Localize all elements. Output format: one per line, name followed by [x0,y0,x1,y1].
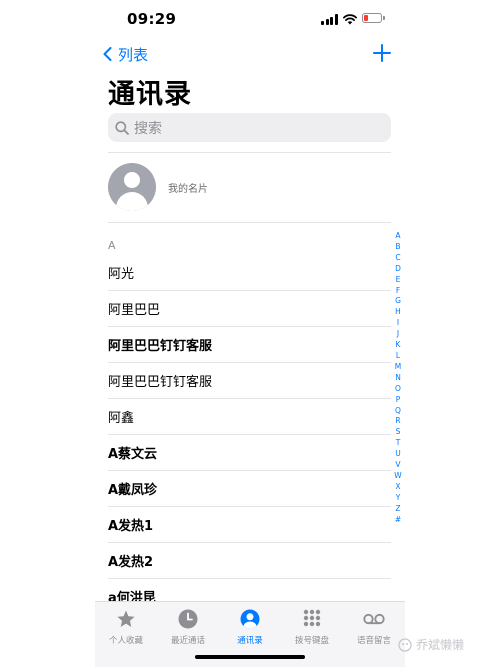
chevron-left-icon [103,47,112,61]
home-indicator [195,655,305,659]
tab-favorites[interactable]: 个人收藏 [95,608,157,646]
keypad-icon [301,608,323,630]
index-letter[interactable]: Q [395,406,401,417]
index-letter[interactable]: J [397,329,399,340]
contact-row[interactable]: 阿里巴巴钉钉客服 [95,363,391,399]
contact-row[interactable]: A发热2 [95,543,391,579]
index-letter[interactable]: Z [395,504,400,515]
index-letter[interactable]: M [395,362,401,373]
index-letter[interactable]: I [397,318,399,329]
back-label: 列表 [118,45,149,64]
alphabet-index[interactable]: A B C D E F G H I J K L M N O P Q R S T U V W X Y Z # [392,231,404,525]
index-letter[interactable]: C [395,253,400,264]
watermark-logo-icon [398,637,412,652]
voicemail-icon [363,608,385,630]
status-time: 09:29 [127,10,177,28]
my-card-label: 我的名片 [168,183,208,195]
watermark: 乔斌懒懒 [398,636,464,653]
index-letter[interactable]: B [395,242,400,253]
my-card[interactable]: 我的名片 [108,162,391,212]
index-letter[interactable]: Y [396,493,401,504]
contact-name: A蔡文云 [108,447,158,462]
contact-row[interactable]: A蔡文云 [95,435,391,471]
add-contact-button[interactable] [373,44,391,62]
divider [108,152,391,153]
contact-name: 阿鑫 [108,411,135,426]
watermark-text: 乔斌懒懒 [416,638,465,652]
contact-name: A戴凤珍 [108,483,158,498]
divider [108,222,391,223]
index-letter[interactable]: W [394,471,401,482]
cellular-signal-icon [321,14,338,25]
contact-name: 阿里巴巴钉钉客服 [108,375,213,390]
contact-row[interactable]: 阿里巴巴 [95,291,391,327]
index-letter[interactable]: K [396,340,401,351]
contact-row[interactable]: 阿里巴巴钉钉客服 [95,327,391,363]
tab-label: 最近通话 [170,636,205,646]
index-letter[interactable]: O [395,384,401,395]
avatar [108,163,156,211]
index-letter[interactable]: X [395,482,400,493]
contact-icon [239,608,261,630]
tab-keypad[interactable]: 拨号键盘 [281,608,343,646]
index-letter[interactable]: T [396,438,401,449]
index-letter[interactable]: E [396,275,401,286]
tab-label: 语音留言 [356,636,391,646]
contact-row[interactable]: A戴凤珍 [95,471,391,507]
index-letter[interactable]: N [395,373,401,384]
wifi-icon [343,14,357,25]
contact-list: 阿光阿里巴巴阿里巴巴钉钉客服 阿里巴巴钉钉客服 阿鑫 A蔡文云 A戴凤珍 A发热1 A发热2… [95,255,391,615]
phone-screen: 09:29 列表 通讯录 搜索 我的名片 A 阿光 阿里巴巴 阿里巴巴钉钉客服 … [95,0,405,667]
contact-name: 阿光 [108,267,135,282]
index-letter[interactable]: P [396,395,401,406]
search-icon [115,120,129,135]
tab-voicemail[interactable]: 语音留言 [343,608,405,646]
index-letter[interactable]: H [395,307,401,318]
tab-label: 通讯录 [237,636,263,646]
contact-name: 阿里巴巴钉钉客服 [108,339,213,354]
clock-icon [177,608,199,630]
contact-row[interactable]: 阿鑫 [95,399,391,435]
contact-row[interactable]: A发热1 [95,507,391,543]
index-letter[interactable]: A [395,231,400,242]
star-icon [115,608,137,630]
contact-name: A发热2 [108,555,154,570]
index-letter[interactable]: L [396,351,400,362]
search-bar[interactable]: 搜索 [108,113,391,142]
tab-label: 拨号键盘 [294,636,329,646]
tab-label: 个人收藏 [108,636,143,646]
search-placeholder: 搜索 [134,120,162,137]
index-letter[interactable]: # [395,515,401,526]
contact-row[interactable]: 阿光 [95,255,391,291]
section-header-a: A [108,239,116,252]
contact-name: A发热1 [108,519,154,534]
index-letter[interactable]: F [396,286,400,297]
back-button[interactable]: 列表 [103,43,148,65]
page-title: 通讯录 [108,79,192,110]
contact-name: 阿里巴巴 [108,303,161,318]
index-letter[interactable]: G [395,296,401,307]
index-letter[interactable]: U [395,449,401,460]
battery-icon [362,13,385,23]
index-letter[interactable]: D [395,264,401,275]
index-letter[interactable]: S [396,427,401,438]
tab-recents[interactable]: 最近通话 [157,608,219,646]
tab-contacts[interactable]: 通讯录 [219,608,281,646]
status-bar: 09:29 [95,0,405,40]
index-letter[interactable]: V [395,460,400,471]
index-letter[interactable]: R [395,416,400,427]
